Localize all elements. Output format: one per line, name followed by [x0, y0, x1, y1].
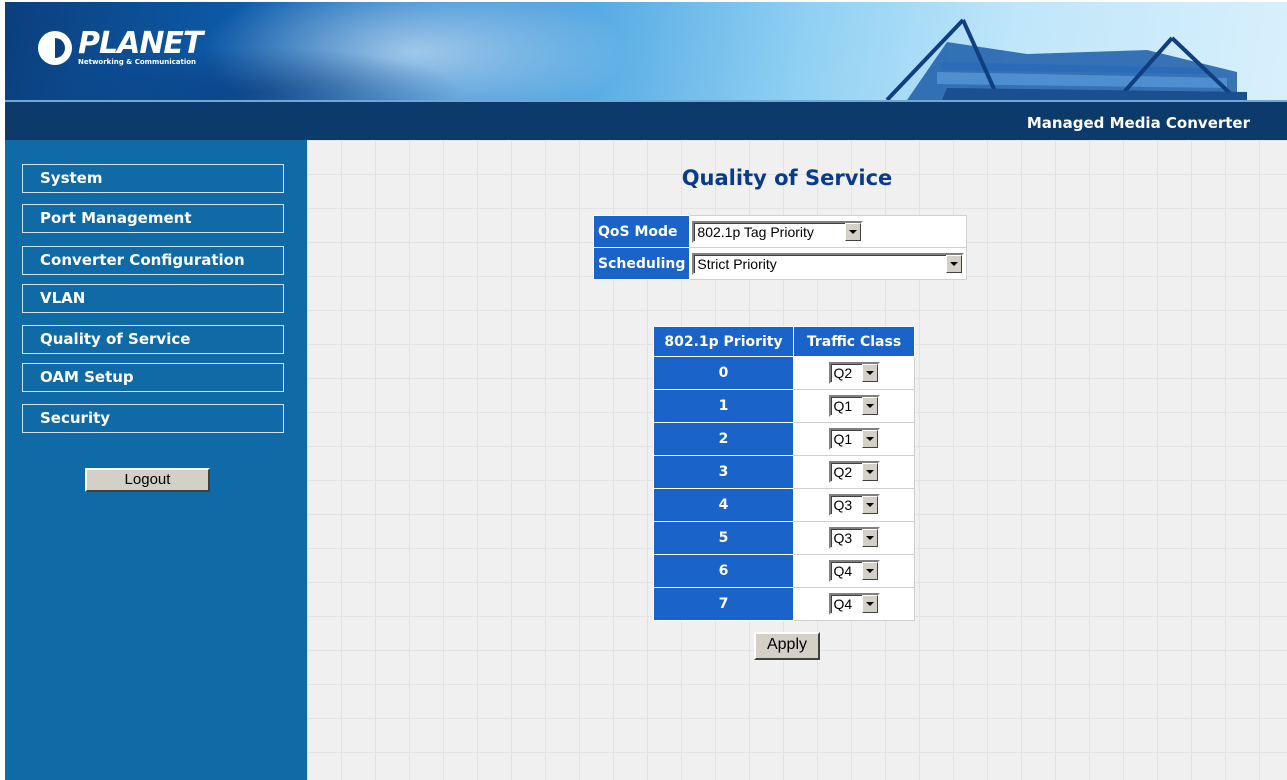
logo-tagline: Networking & Communication [78, 58, 197, 66]
table-row: 6 Q4 [653, 554, 915, 588]
traffic-class-select[interactable]: Q1 [828, 395, 880, 417]
scheduling-value: Strict Priority [697, 255, 777, 272]
banner-building-graphic [885, 18, 1247, 100]
chevron-down-icon[interactable] [861, 529, 878, 547]
qos-mode-value: 802.1p Tag Priority [697, 223, 814, 240]
traffic-class-value: Q1 [833, 431, 853, 447]
table-row: 5 Q3 [653, 521, 915, 555]
chevron-down-icon[interactable] [861, 496, 878, 514]
product-name: Managed Media Converter [1026, 114, 1250, 132]
traffic-class-value: Q1 [833, 398, 853, 414]
priority-value: 0 [653, 356, 794, 390]
qos-settings-table: QoS Mode 802.1p Tag Priority Scheduling … [592, 215, 968, 280]
chevron-down-icon[interactable] [946, 254, 963, 273]
chevron-down-icon[interactable] [861, 562, 878, 580]
chevron-down-icon[interactable] [861, 463, 878, 481]
priority-column-header: 802.1p Priority [653, 326, 794, 357]
traffic-class-value: Q2 [833, 365, 853, 381]
chevron-down-icon[interactable] [861, 595, 878, 613]
scheduling-label: Scheduling [592, 247, 691, 280]
sidebar-item-oam-setup[interactable]: OAM Setup [22, 363, 284, 392]
traffic-class-value: Q3 [833, 530, 853, 546]
header-bar: Managed Media Converter [5, 100, 1287, 140]
sidebar: System Port Management Converter Configu… [5, 140, 307, 780]
traffic-class-select[interactable]: Q2 [828, 461, 880, 483]
priority-value: 5 [653, 521, 794, 555]
table-row: 1 Q1 [653, 389, 915, 423]
chevron-down-icon[interactable] [861, 364, 878, 382]
main-content: Quality of Service QoS Mode 802.1p Tag P… [307, 140, 1287, 780]
traffic-class-value: Q4 [833, 563, 853, 579]
chevron-down-icon[interactable] [861, 430, 878, 448]
priority-value: 2 [653, 422, 794, 456]
table-row: 2 Q1 [653, 422, 915, 456]
planet-logo: PLANET Networking & Communication [38, 26, 203, 66]
traffic-class-value: Q3 [833, 497, 853, 513]
apply-button[interactable]: Apply [754, 632, 820, 660]
scheduling-select[interactable]: Strict Priority [692, 252, 965, 275]
sidebar-item-converter-configuration[interactable]: Converter Configuration [22, 246, 284, 275]
page-title: Quality of Service [681, 166, 893, 190]
sidebar-item-system[interactable]: System [22, 164, 284, 193]
priority-value: 6 [653, 554, 794, 588]
qos-mode-label: QoS Mode [592, 215, 691, 248]
priority-value: 7 [653, 587, 794, 621]
traffic-class-value: Q2 [833, 464, 853, 480]
table-row: 4 Q3 [653, 488, 915, 522]
traffic-class-select[interactable]: Q1 [828, 428, 880, 450]
traffic-class-select[interactable]: Q4 [828, 560, 880, 582]
logout-button[interactable]: Logout [85, 468, 210, 492]
logo-mark-icon [38, 31, 72, 65]
sidebar-item-security[interactable]: Security [22, 404, 284, 433]
sidebar-item-vlan[interactable]: VLAN [22, 284, 284, 313]
priority-value: 3 [653, 455, 794, 489]
priority-mapping-table: 802.1p Priority Traffic Class 0 Q2 1 Q1 … [653, 326, 915, 621]
table-row: 3 Q2 [653, 455, 915, 489]
chevron-down-icon[interactable] [845, 222, 862, 241]
sidebar-item-quality-of-service[interactable]: Quality of Service [22, 325, 284, 354]
priority-value: 4 [653, 488, 794, 522]
traffic-class-select[interactable]: Q2 [828, 362, 880, 384]
priority-value: 1 [653, 389, 794, 423]
sidebar-item-port-management[interactable]: Port Management [22, 204, 284, 233]
traffic-class-column-header: Traffic Class [793, 326, 915, 357]
traffic-class-select[interactable]: Q3 [828, 527, 880, 549]
logo-brand: PLANET [78, 26, 203, 61]
traffic-class-select[interactable]: Q3 [828, 494, 880, 516]
table-row: 7 Q4 [653, 587, 915, 621]
chevron-down-icon[interactable] [861, 397, 878, 415]
traffic-class-value: Q4 [833, 596, 853, 612]
traffic-class-select[interactable]: Q4 [828, 593, 880, 615]
table-row: 0 Q2 [653, 356, 915, 390]
header-banner: PLANET Networking & Communication [5, 2, 1287, 100]
qos-mode-select[interactable]: 802.1p Tag Priority [692, 220, 864, 243]
